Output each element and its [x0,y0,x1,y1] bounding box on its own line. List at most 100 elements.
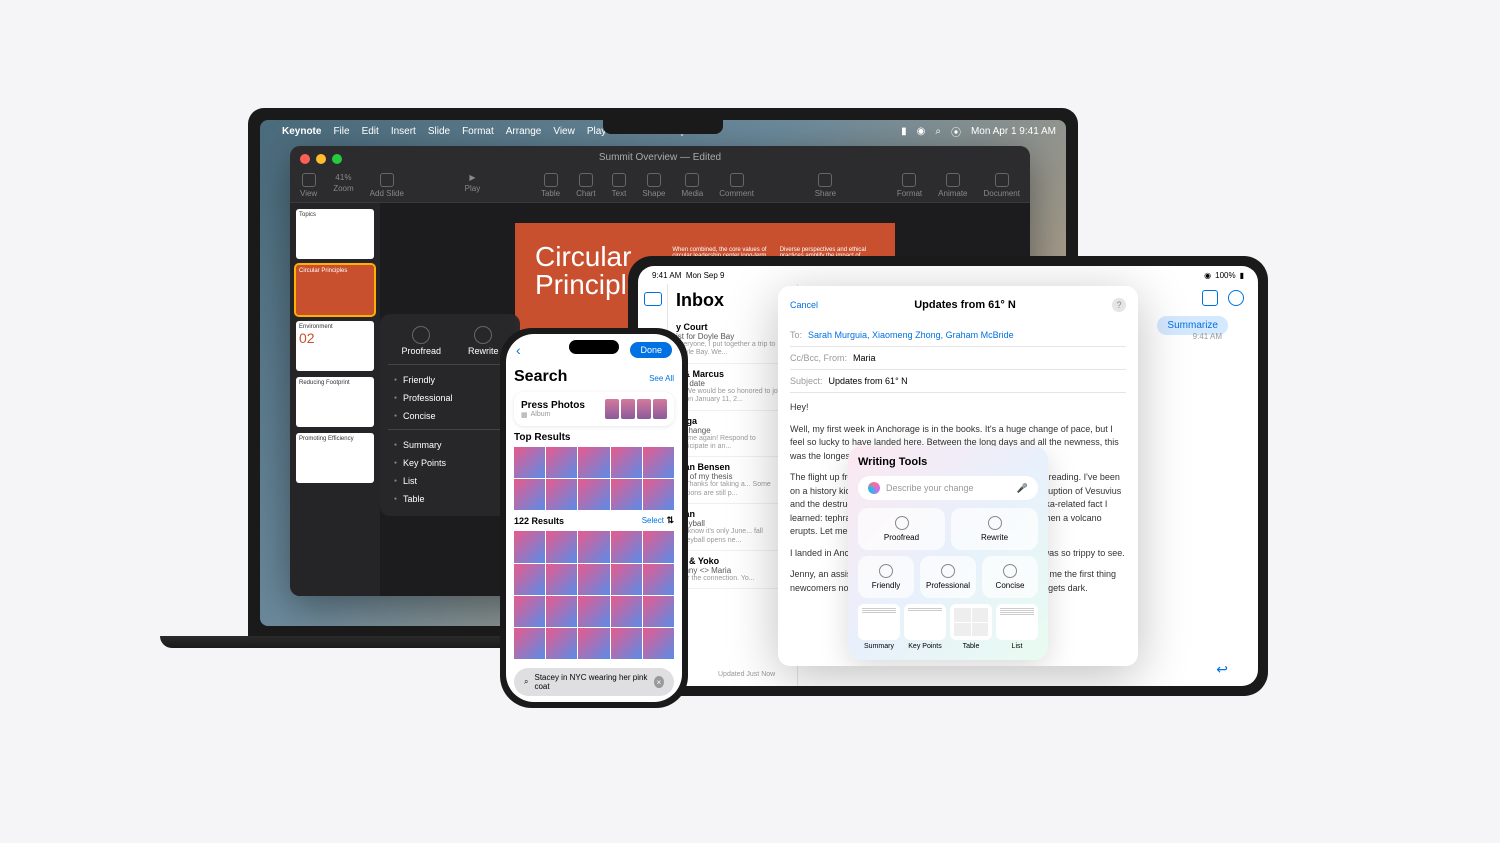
photo-thumb[interactable] [578,447,609,478]
action-table[interactable]: Table [388,490,512,508]
slide-thumb[interactable]: Environment02 [296,321,374,371]
mail-item[interactable]: ny & YokoJenny <> Marias for the connect… [676,551,789,589]
photo-thumb[interactable] [578,564,609,595]
professional-button[interactable]: Professional [920,556,976,598]
sort-icon[interactable]: ⇅ [666,515,674,525]
menu-file[interactable]: File [333,126,349,137]
slide-thumb[interactable]: Circular Principles [296,265,374,315]
photo-thumb[interactable] [546,596,577,627]
table-tool[interactable]: Table [541,173,560,198]
sidebar-toggle-icon[interactable] [644,292,662,306]
minimize-button[interactable] [316,154,326,164]
cc-field[interactable]: Cc/Bcc, From: Maria [790,347,1126,370]
action-list[interactable]: List [388,472,512,490]
photo-thumb[interactable] [611,447,642,478]
close-button[interactable] [300,154,310,164]
photo-thumb[interactable] [546,628,577,659]
back-button[interactable]: ‹ [516,342,521,358]
zoom-tool[interactable]: 41%Zoom [333,173,353,198]
photo-thumb[interactable] [514,564,545,595]
concise-button[interactable]: Concise [982,556,1038,598]
photo-thumb[interactable] [578,628,609,659]
table-card[interactable]: Table [950,604,992,650]
photo-thumb[interactable] [643,564,674,595]
photo-thumb[interactable] [578,596,609,627]
photo-thumb[interactable] [611,531,642,562]
slide-thumb[interactable]: Promoting Efficiency [296,433,374,483]
photo-thumb[interactable] [643,596,674,627]
mail-item[interactable]: a & Marcusthe dateia. We would be so hon… [676,364,789,411]
comment-tool[interactable]: Comment [719,173,754,198]
add-slide-tool[interactable]: Add Slide [370,173,404,198]
play-tool[interactable]: ▶Play [465,173,481,198]
view-tool[interactable]: View [300,173,317,198]
summary-card[interactable]: Summary [858,604,900,650]
more-icon[interactable] [1228,290,1244,306]
app-menu[interactable]: Keynote [282,126,321,137]
action-summary[interactable]: Summary [388,436,512,454]
photo-thumb[interactable] [546,531,577,562]
help-icon[interactable]: ? [1112,298,1126,312]
photo-thumb[interactable] [611,628,642,659]
friendly-button[interactable]: Friendly [858,556,914,598]
cancel-button[interactable]: Cancel [790,300,818,310]
menu-format[interactable]: Format [462,126,494,137]
rewrite-button[interactable]: Rewrite [951,508,1038,550]
maximize-button[interactable] [332,154,342,164]
mail-item[interactable]: Tranolleyballg, I know it's only June...… [676,504,789,551]
menu-edit[interactable]: Edit [362,126,379,137]
photo-thumb[interactable] [643,531,674,562]
mail-item[interactable]: than Bensenraft of my thesisia! Thanks f… [676,457,789,504]
photo-thumb[interactable] [546,447,577,478]
keypoints-card[interactable]: Key Points [904,604,946,650]
list-card[interactable]: List [996,604,1038,650]
menu-arrange[interactable]: Arrange [506,126,542,137]
photo-thumb[interactable] [643,447,674,478]
format-tool[interactable]: Format [897,173,922,198]
wt-input[interactable]: Describe your change 🎤 [858,476,1038,500]
share-tool[interactable]: Share [815,173,836,198]
compose-icon[interactable] [1202,290,1218,306]
battery-icon[interactable]: ▮ [901,126,907,137]
select-button[interactable]: Select [642,516,664,525]
proofread-button[interactable]: Proofread [858,508,945,550]
rewrite-button[interactable]: Rewrite [468,326,499,356]
photo-thumb[interactable] [514,628,545,659]
chart-tool[interactable]: Chart [576,173,596,198]
photo-thumb[interactable] [578,531,609,562]
slide-thumb[interactable]: Reducing Footprint [296,377,374,427]
album-card[interactable]: Press Photos ▦Album [514,392,674,426]
photo-thumb[interactable] [643,479,674,510]
document-tool[interactable]: Document [984,173,1020,198]
slide-thumb[interactable]: Topics [296,209,374,259]
photo-thumb[interactable] [578,479,609,510]
text-tool[interactable]: Text [612,173,627,198]
subject-field[interactable]: Subject: Updates from 61° N [790,370,1126,393]
photo-thumb[interactable] [514,447,545,478]
photo-thumb[interactable] [611,596,642,627]
photo-thumb[interactable] [514,531,545,562]
menu-insert[interactable]: Insert [391,126,416,137]
photo-thumb[interactable] [643,628,674,659]
tone-professional[interactable]: Professional [388,389,512,407]
menu-slide[interactable]: Slide [428,126,450,137]
proofread-button[interactable]: Proofread [401,326,441,356]
search-bar[interactable]: ⌕ Stacey in NYC wearing her pink coat × [514,668,674,696]
see-all-link[interactable]: See All [649,374,674,383]
photo-thumb[interactable] [611,564,642,595]
tone-concise[interactable]: Concise [388,407,512,425]
photo-thumb[interactable] [611,479,642,510]
photo-thumb[interactable] [546,479,577,510]
to-field[interactable]: To: Sarah Murguia, Xiaomeng Zhong, Graha… [790,324,1126,347]
media-tool[interactable]: Media [681,173,703,198]
search-icon[interactable]: ⌕ [935,126,941,137]
photo-thumb[interactable] [514,596,545,627]
menu-view[interactable]: View [553,126,575,137]
reply-icon[interactable]: ↩ [1216,661,1228,678]
mic-icon[interactable]: 🎤 [1017,483,1028,494]
control-center-icon[interactable]: ⦿ [951,124,961,139]
photo-thumb[interactable] [546,564,577,595]
wifi-icon[interactable]: ◉ [917,126,926,137]
datetime[interactable]: Mon Apr 1 9:41 AM [971,126,1056,137]
mail-item[interactable]: y Courtist for Doyle Bayeveryone, I put … [676,317,789,364]
